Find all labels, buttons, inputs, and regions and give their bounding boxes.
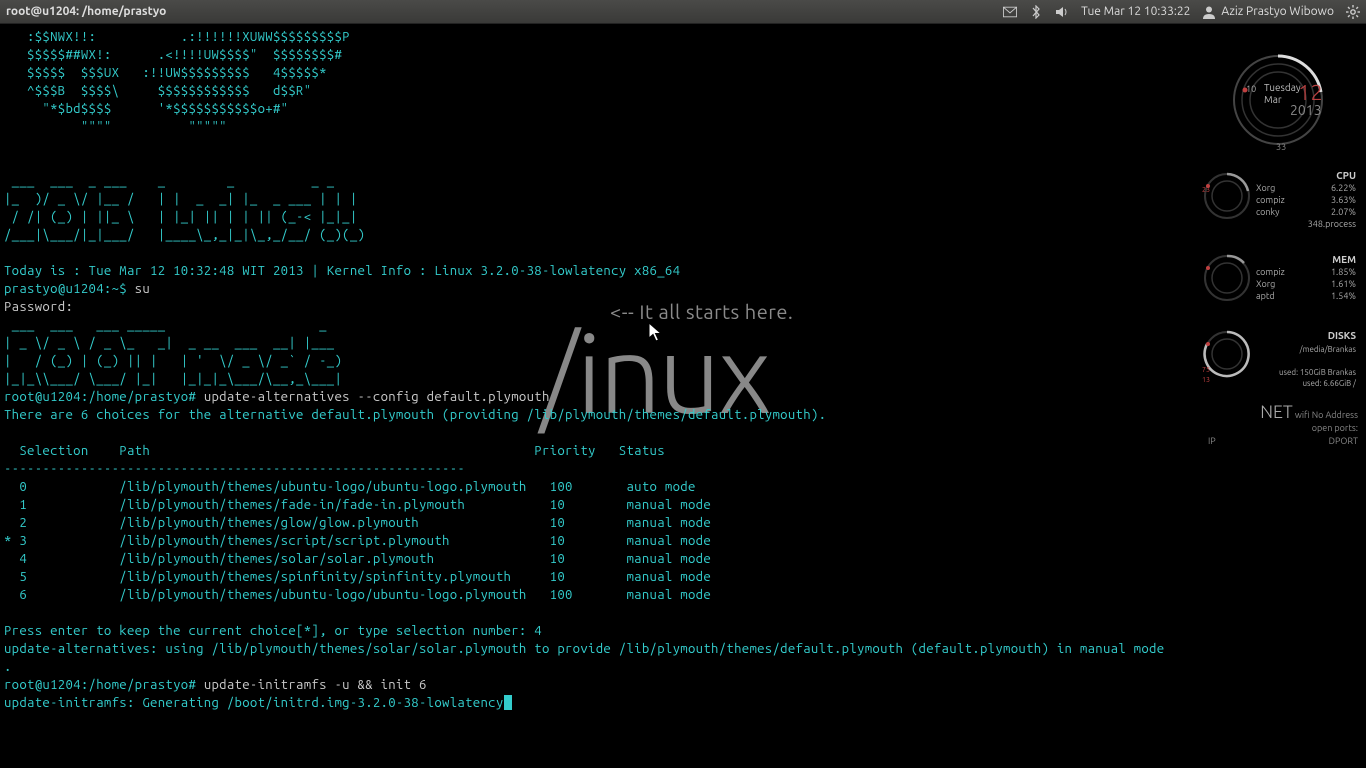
mem-proc: aptd (1256, 290, 1275, 302)
clock-hour: 10 (1246, 84, 1256, 94)
terminal-output[interactable]: :$$NWX!!: .:!!!!!!XUWW$$$$$$$$$P $$$$$##… (0, 24, 1366, 716)
mail-icon[interactable] (1003, 5, 1017, 19)
table-row: 0 /lib/plymouth/themes/ubuntu-logo/ubunt… (4, 480, 696, 494)
clock-weekday: Tuesday (1264, 82, 1301, 94)
table-row: 1 /lib/plymouth/themes/fade-in/fade-in.p… (4, 498, 711, 512)
cpu-widget: 23 CPU Xorg6.22% compiz3.63% conky2.07% … (1208, 162, 1358, 234)
topbar-indicators: Tue Mar 12 10:33:22 Aziz Prastyo Wibowo (1003, 5, 1360, 19)
cpu-proc: Xorg (1256, 182, 1275, 194)
clock-tick: 33 (1276, 142, 1286, 152)
ascii-art-logo: :$$NWX!!: .:!!!!!!XUWW$$$$$$$$$P $$$$$##… (4, 30, 350, 134)
svg-text:13: 13 (1202, 376, 1210, 384)
user-prompt: prastyo@u1204:~$ (4, 282, 135, 296)
table-row: * 3 /lib/plymouth/themes/script/script.p… (4, 534, 711, 548)
net-ports: open ports: (1208, 422, 1358, 435)
disks-title: DISKS (1328, 330, 1356, 342)
user-icon (1202, 5, 1216, 19)
password-label: Password: (4, 300, 73, 314)
clock-year: 2013 (1290, 102, 1322, 118)
window-title: root@u1204: /home/prastyo (6, 5, 1003, 18)
today-line: Today is : Tue Mar 12 10:32:48 WIT 2013 … (4, 264, 680, 278)
su-command: su (135, 282, 150, 296)
terminal-cursor (504, 695, 512, 710)
cpu-proc: conky (1256, 206, 1279, 218)
press-enter-line: Press enter to keep the current choice[*… (4, 624, 542, 638)
bluetooth-icon[interactable] (1029, 5, 1043, 19)
clock-text[interactable]: Tue Mar 12 10:33:22 (1081, 5, 1190, 18)
disks-widget: 75 13 DISKS /media/Brankas used: 150GiB … (1208, 322, 1358, 394)
cmd-initramfs: update-initramfs -u && init 6 (204, 678, 427, 692)
user-menu[interactable]: Aziz Prastyo Wibowo (1202, 5, 1334, 19)
mem-val: 1.85% (1331, 266, 1356, 278)
root-prompt-2: root@u1204:/home/prastyo# (4, 678, 204, 692)
using-line: update-alternatives: using /lib/plymouth… (4, 642, 1164, 656)
cmd-update-alternatives: update-alternatives --config default.ply… (204, 390, 550, 404)
gear-icon[interactable] (1346, 5, 1360, 19)
volume-icon[interactable] (1055, 5, 1069, 19)
mem-proc: compiz (1256, 266, 1285, 278)
svg-text:23: 23 (1202, 186, 1210, 194)
table-row: 5 /lib/plymouth/themes/spinfinity/spinfi… (4, 570, 711, 584)
net-widget: NET wifi No Address open ports: IPDPORT (1208, 406, 1358, 448)
clock-widget: 10 Tuesday Mar 12 2013 33 (1208, 50, 1358, 150)
cpu-title: CPU (1256, 170, 1356, 182)
mem-val: 1.54% (1331, 290, 1356, 302)
ascii-art-2013: ___ ___ _ ___ _ _ _ _ |_ )/ _ \/ |__ / |… (4, 174, 365, 242)
table-row: 2 /lib/plymouth/themes/glow/glow.plymout… (4, 516, 711, 530)
username-label: Aziz Prastyo Wibowo (1221, 5, 1334, 18)
net-status: wifi No Address (1295, 410, 1358, 420)
system-top-bar: root@u1204: /home/prastyo Tue Mar 12 10:… (0, 0, 1366, 24)
net-title: NET (1260, 402, 1293, 422)
disks-mount: /media/Brankas (1279, 344, 1356, 355)
disks-used1: used: 150GiB Brankas (1279, 367, 1356, 378)
cpu-val: 6.22% (1331, 182, 1356, 194)
net-dport: DPORT (1329, 435, 1358, 448)
svg-text:75: 75 (1202, 366, 1210, 374)
cpu-val: 3.63% (1331, 194, 1356, 206)
table-divider: ----------------------------------------… (4, 462, 465, 476)
cpu-proc: compiz (1256, 194, 1285, 206)
cpu-summary: 348.process (1256, 218, 1356, 230)
ascii-art-root: ___ ___ ___ _____ _ | _ \/ _ \ / _ \_ _|… (4, 318, 365, 386)
generating-line: update-initramfs: Generating /boot/initr… (4, 696, 504, 710)
mem-val: 1.61% (1331, 278, 1356, 290)
disks-used2: used: 6.66GiB / (1279, 378, 1356, 389)
dot-line: . (4, 660, 12, 674)
root-prompt-1: root@u1204:/home/prastyo# (4, 390, 204, 404)
table-row: 6 /lib/plymouth/themes/ubuntu-logo/ubunt… (4, 588, 711, 602)
cpu-val: 2.07% (1331, 206, 1356, 218)
table-row: 4 /lib/plymouth/themes/solar/solar.plymo… (4, 552, 711, 566)
table-header: Selection Path Priority Status (4, 444, 665, 458)
mem-widget: MEM compiz 1.85% Xorg 1.61% aptd 1.54% (1208, 246, 1358, 310)
mem-title: MEM (1256, 254, 1356, 266)
choices-line: There are 6 choices for the alternative … (4, 408, 826, 422)
net-ip: IP (1208, 435, 1216, 448)
mem-proc: Xorg (1256, 278, 1275, 290)
conky-widgets: 10 Tuesday Mar 12 2013 33 23 CPU Xorg6.2… (1208, 50, 1358, 448)
